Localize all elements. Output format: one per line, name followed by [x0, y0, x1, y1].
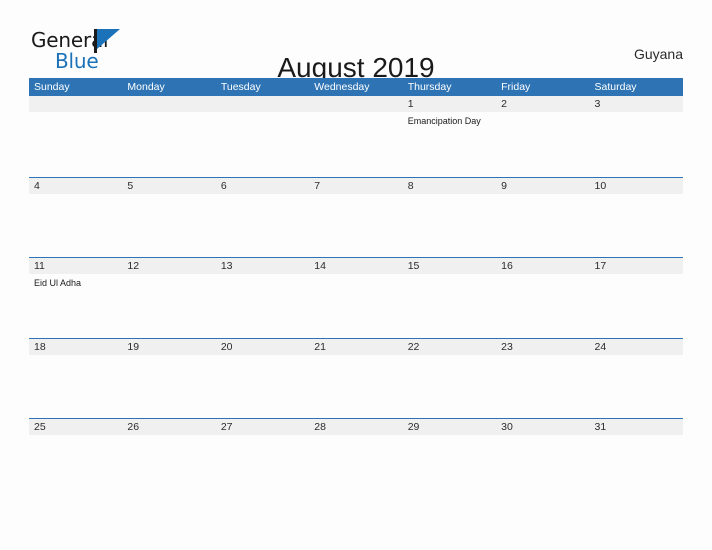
calendar-day-cell[interactable]: 21 — [309, 338, 403, 418]
calendar-day-cell[interactable]: 15 — [402, 258, 497, 338]
day-number: 3 — [589, 96, 683, 112]
calendar-day-cell[interactable]: 11 Eid Ul Adha — [29, 258, 123, 338]
calendar-day-cell[interactable]: 1 Emancipation Day — [402, 96, 497, 177]
calendar-day-cell[interactable]: 7 — [309, 177, 403, 257]
day-number — [122, 96, 216, 112]
calendar-day-cell[interactable]: 17 — [589, 258, 683, 338]
country-label: Guyana — [633, 46, 683, 62]
day-number: 4 — [29, 177, 123, 194]
day-number: 25 — [29, 419, 123, 435]
day-number: 19 — [122, 338, 216, 355]
calendar-day-cell[interactable]: 9 — [496, 177, 590, 257]
calendar-day-cell-empty — [29, 96, 123, 177]
calendar-day-cell[interactable]: 26 — [122, 419, 216, 499]
weekday-header-saturday: Saturday — [594, 81, 637, 93]
calendar-day-cell-empty — [122, 96, 216, 177]
day-number — [215, 96, 310, 112]
holiday-event-label: Eid Ul Adha — [34, 278, 82, 288]
calendar-day-cell[interactable]: 3 — [589, 96, 683, 177]
calendar-day-cell[interactable]: 14 — [309, 258, 403, 338]
calendar-day-cell[interactable]: 2 — [496, 96, 590, 177]
day-number — [309, 96, 403, 112]
calendar-day-cell-empty — [215, 96, 310, 177]
day-events: Eid Ul Adha — [29, 274, 122, 289]
holiday-event-label: Emancipation Day — [407, 116, 481, 126]
weekday-header-friday: Friday — [501, 81, 531, 93]
weekday-header-thursday: Thursday — [407, 81, 452, 93]
calendar-week-row: 25 26 27 28 29 30 31 — [29, 418, 683, 499]
week-cells: 18 19 20 21 22 23 24 — [29, 338, 683, 418]
day-number: 6 — [215, 177, 310, 194]
day-number: 31 — [589, 419, 683, 435]
day-number: 21 — [309, 338, 403, 355]
calendar-page: General Blue August 2019 Guyana Sunday Mo… — [0, 0, 712, 550]
day-number: 9 — [496, 177, 590, 194]
calendar-day-cell[interactable]: 30 — [496, 419, 590, 499]
calendar-day-cell[interactable]: 23 — [496, 338, 590, 418]
day-number: 28 — [309, 419, 403, 435]
week-cells: 25 26 27 28 29 30 31 — [29, 419, 683, 499]
day-number: 22 — [402, 338, 497, 355]
calendar-weeks: 1 Emancipation Day 2 3 4 5 6 7 8 9 10 11 Eid Ul Adha… — [29, 96, 683, 499]
weekday-header-row: Sunday Monday Tuesday Wednesday Thursday Frid… — [29, 78, 683, 96]
day-number: 20 — [215, 338, 310, 355]
day-events: Emancipation Day — [403, 112, 496, 127]
page-header: General Blue August 2019 Guyana — [0, 0, 712, 83]
calendar-day-cell[interactable]: 29 — [402, 419, 497, 499]
day-number: 16 — [496, 258, 590, 274]
day-number: 30 — [496, 419, 590, 435]
calendar-day-cell[interactable]: 24 — [589, 338, 683, 418]
calendar-day-cell[interactable]: 13 — [215, 258, 310, 338]
calendar-week-row: 4 5 6 7 8 9 10 — [29, 176, 683, 257]
calendar-week-row: 1 Emancipation Day 2 3 — [29, 96, 683, 177]
calendar-day-cell[interactable]: 16 — [496, 258, 590, 338]
calendar-day-cell[interactable]: 8 — [402, 177, 497, 257]
calendar-week-row: 11 Eid Ul Adha 12 13 14 15 16 17 — [29, 257, 683, 338]
day-number: 11 — [29, 258, 123, 274]
calendar-day-cell[interactable]: 12 — [122, 258, 216, 338]
day-number: 24 — [589, 338, 683, 355]
calendar-day-cell[interactable]: 6 — [215, 177, 310, 257]
calendar-day-cell[interactable]: 4 — [29, 177, 123, 257]
calendar-day-cell[interactable]: 25 — [29, 419, 123, 499]
flag-triangle — [97, 29, 120, 49]
week-cells: 1 Emancipation Day 2 3 — [29, 96, 683, 177]
day-number: 17 — [589, 258, 683, 274]
day-number: 15 — [402, 258, 497, 274]
calendar-day-cell[interactable]: 19 — [122, 338, 216, 418]
weekday-header-wednesday: Wednesday — [314, 81, 370, 93]
day-number: 1 — [402, 96, 497, 112]
calendar-day-cell[interactable]: 28 — [309, 419, 403, 499]
day-number: 13 — [215, 258, 310, 274]
day-number: 26 — [122, 419, 216, 435]
day-number: 18 — [29, 338, 123, 355]
day-number: 27 — [215, 419, 310, 435]
calendar-day-cell[interactable]: 5 — [122, 177, 216, 257]
day-number: 14 — [309, 258, 403, 274]
day-number — [29, 96, 123, 112]
calendar-day-cell[interactable]: 20 — [215, 338, 310, 418]
day-number: 5 — [122, 177, 216, 194]
calendar-day-cell[interactable]: 18 — [29, 338, 123, 418]
calendar-day-cell[interactable]: 31 — [589, 419, 683, 499]
day-number: 23 — [496, 338, 590, 355]
weekday-header-sunday: Sunday — [34, 81, 70, 93]
day-number: 2 — [496, 96, 590, 112]
calendar-day-cell[interactable]: 10 — [589, 177, 683, 257]
week-cells: 11 Eid Ul Adha 12 13 14 15 16 17 — [29, 258, 683, 338]
day-number: 8 — [402, 177, 497, 194]
calendar-day-cell[interactable]: 22 — [402, 338, 497, 418]
calendar-day-cell[interactable]: 27 — [215, 419, 310, 499]
day-number: 7 — [309, 177, 403, 194]
calendar-day-cell-empty — [309, 96, 403, 177]
weekday-header-tuesday: Tuesday — [220, 81, 261, 93]
week-cells: 4 5 6 7 8 9 10 — [29, 177, 683, 257]
weekday-header-monday: Monday — [127, 81, 165, 93]
day-number: 12 — [122, 258, 216, 274]
day-number: 29 — [402, 419, 497, 435]
day-number: 10 — [589, 177, 683, 194]
calendar-grid: Sunday Monday Tuesday Wednesday Thursday Frid… — [29, 78, 683, 499]
calendar-week-row: 18 19 20 21 22 23 24 — [29, 337, 683, 418]
